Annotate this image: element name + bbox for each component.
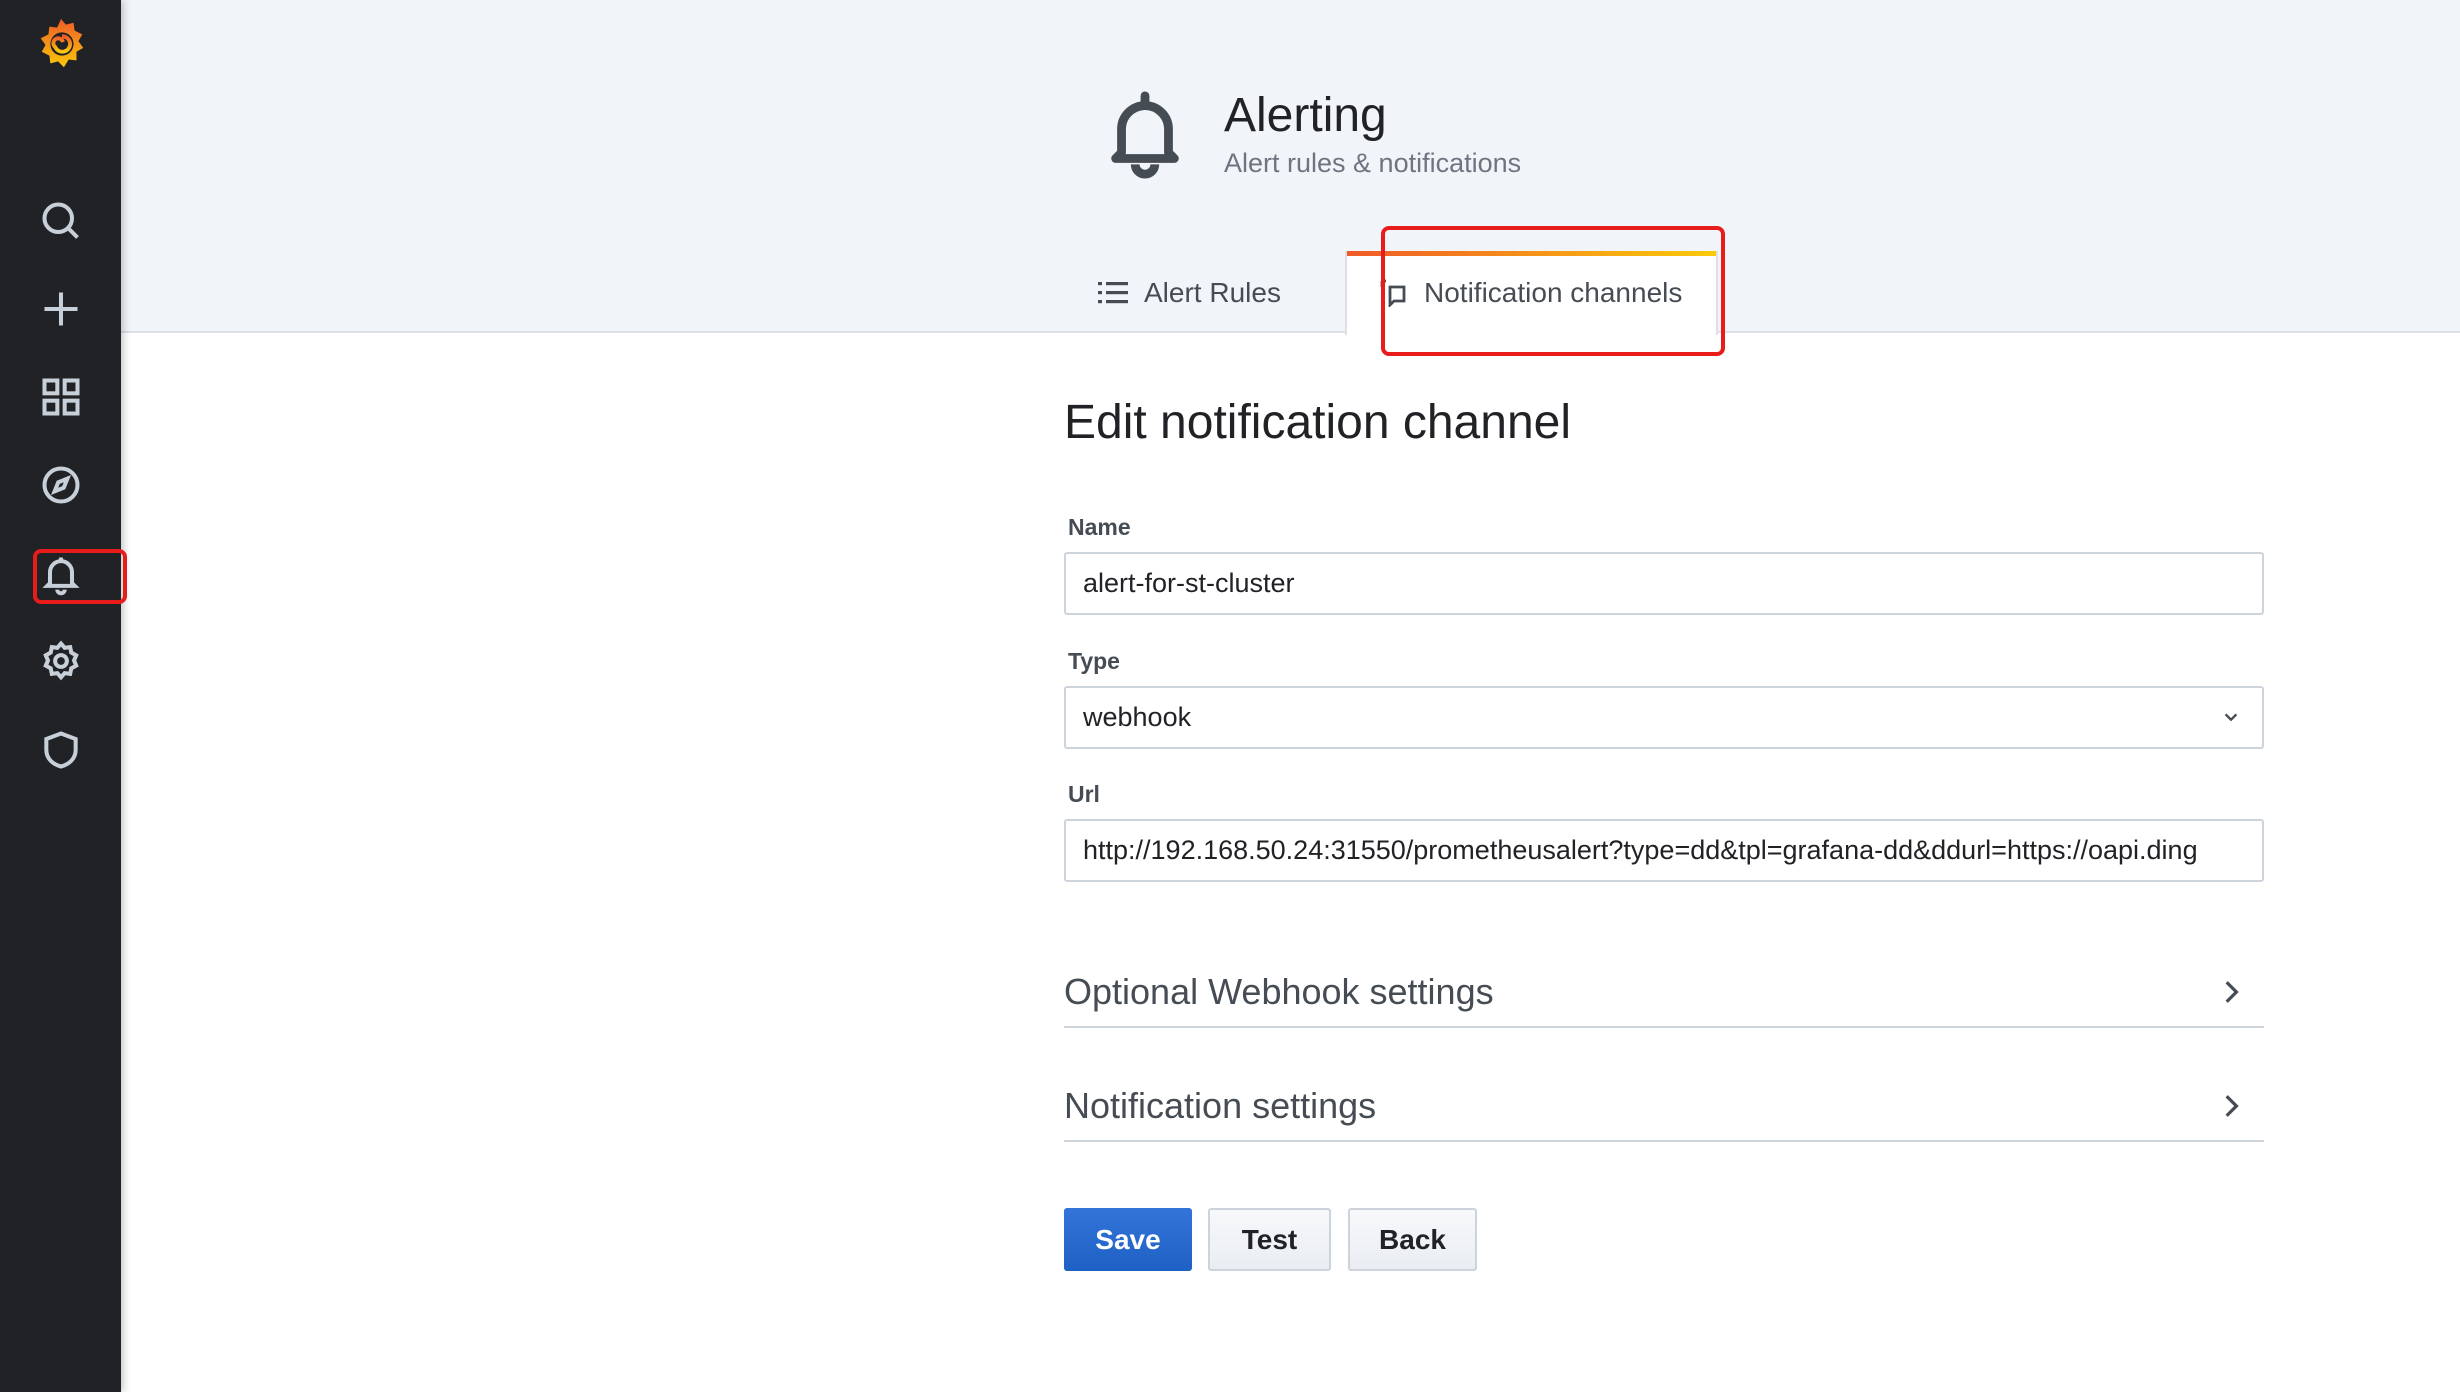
shield-icon[interactable] [36,725,86,775]
dashboards-icon[interactable] [36,372,86,422]
notification-settings[interactable]: Notification settings [1064,1071,2264,1142]
name-input[interactable]: alert-for-st-cluster [1064,552,2264,615]
grafana-logo-icon[interactable] [32,14,90,74]
search-icon[interactable] [36,196,86,246]
page-title: Alerting [1224,89,1387,142]
url-input[interactable]: http://192.168.50.24:31550/prometheusale… [1064,819,2264,882]
type-select[interactable]: webhook [1064,686,2264,749]
section-title: Notification settings [1064,1084,1377,1126]
back-button[interactable]: Back [1348,1208,1477,1271]
tab-label: Alert Rules [1144,277,1281,308]
chevron-down-icon [2224,713,2238,722]
type-label: Type [1068,648,1120,674]
type-value: webhook [1083,702,1192,732]
chevron-right-icon [2225,1094,2239,1117]
chevron-right-icon [2225,980,2239,1003]
plus-icon[interactable] [36,284,86,334]
alerting-bell-icon [1111,91,1179,179]
page-subtitle: Alert rules & notifications [1224,148,1522,178]
list-icon [1098,282,1128,304]
optional-webhook-settings[interactable]: Optional Webhook settings [1064,957,2264,1028]
tab-alert-rules[interactable]: Alert Rules [1098,251,1281,335]
explore-icon[interactable] [36,460,86,510]
highlight-box-sidebar [33,549,127,604]
gear-icon[interactable] [36,636,86,686]
url-label: Url [1068,781,1100,807]
highlight-box-tab [1381,226,1725,356]
name-label: Name [1068,514,1131,540]
test-button[interactable]: Test [1208,1208,1331,1271]
section-title: Optional Webhook settings [1064,970,1494,1012]
save-button[interactable]: Save [1064,1208,1192,1271]
form-heading: Edit notification channel [1064,396,1571,449]
sidebar [0,0,121,1392]
